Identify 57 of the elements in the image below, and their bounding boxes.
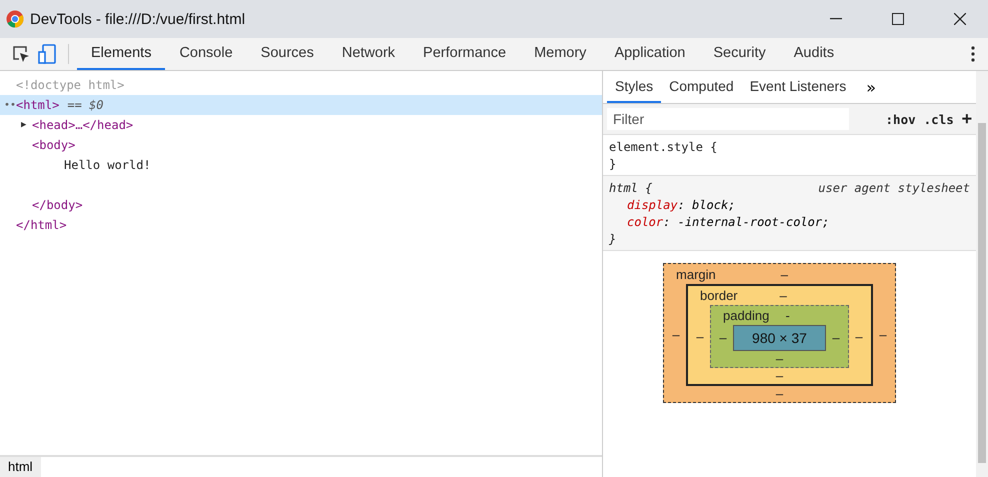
box-value: – xyxy=(776,386,784,402)
rule-selector: html { xyxy=(609,180,652,197)
breadcrumb-item[interactable]: html xyxy=(0,457,41,477)
closing-tag: </html> xyxy=(16,218,67,232)
box-value: - xyxy=(785,307,790,325)
panel-tab[interactable]: Security xyxy=(699,38,780,70)
rule-close-brace: } xyxy=(609,232,616,246)
panel-tab[interactable]: Sources xyxy=(246,38,328,70)
panel-tab[interactable]: Network xyxy=(328,38,410,70)
box-label: padding xyxy=(722,307,770,325)
browser-logo-icon xyxy=(6,10,24,28)
triangle-icon[interactable]: ▶ xyxy=(21,120,26,130)
doctype-text: <!doctype html> xyxy=(16,78,124,92)
box-value: – xyxy=(672,327,680,343)
ellipsis-icon[interactable]: •• xyxy=(4,100,16,110)
close-icon[interactable] xyxy=(954,13,966,25)
rule-source: user agent stylesheet xyxy=(818,180,970,197)
maximize-icon[interactable] xyxy=(892,13,904,25)
content-size: 980 × 37 xyxy=(733,325,826,351)
selected-marker: == $0 xyxy=(67,98,104,112)
box-value: – xyxy=(776,368,784,384)
panel-tab[interactable]: Performance xyxy=(409,38,520,70)
panel-tab[interactable]: Console xyxy=(165,38,247,70)
sidebar-tab[interactable]: Computed xyxy=(661,71,742,103)
filter-toggle[interactable]: + xyxy=(962,109,972,129)
panel-tab[interactable]: Memory xyxy=(520,38,600,70)
element-tag[interactable]: <head>…</head> xyxy=(32,118,134,132)
filter-field[interactable]: Filter xyxy=(607,108,849,130)
scrollbar-thumb[interactable] xyxy=(978,123,986,463)
panel-tab[interactable]: Application xyxy=(600,38,700,70)
text-content: Hello world! xyxy=(64,158,151,172)
filter-toggle[interactable]: .cls xyxy=(924,112,954,126)
box-value: – xyxy=(832,330,840,346)
box-label: border xyxy=(699,287,738,305)
style-declaration: color: -internal-root-color; xyxy=(626,214,830,231)
box-value: – xyxy=(780,287,787,305)
box-value: – xyxy=(719,330,727,346)
rule-close-brace: } xyxy=(609,157,616,171)
minimize-icon[interactable] xyxy=(830,18,842,20)
closing-tag: </body> xyxy=(32,198,83,212)
element-tag[interactable]: <body> xyxy=(32,138,76,152)
box-value: – xyxy=(879,327,887,343)
more-tabs-button[interactable]: » xyxy=(854,71,888,103)
filter-toggle[interactable]: :hov xyxy=(886,112,916,126)
box-value: – xyxy=(696,328,704,344)
rule-selector: element.style { xyxy=(609,139,718,156)
box-value: – xyxy=(776,351,784,367)
panel-tab[interactable]: Elements xyxy=(77,38,166,70)
window-title: DevTools - file:///D:/vue/first.html xyxy=(30,10,246,28)
box-value: – xyxy=(855,328,863,344)
element-tag[interactable]: <html> xyxy=(16,98,60,112)
scrollbar[interactable] xyxy=(976,71,988,477)
style-declaration: display: block; xyxy=(626,197,736,214)
sidebar-tab[interactable]: Event Listeners xyxy=(742,71,854,103)
panel-tab[interactable]: Audits xyxy=(780,38,848,70)
box-value: – xyxy=(780,266,788,284)
box-label: margin xyxy=(675,266,716,284)
